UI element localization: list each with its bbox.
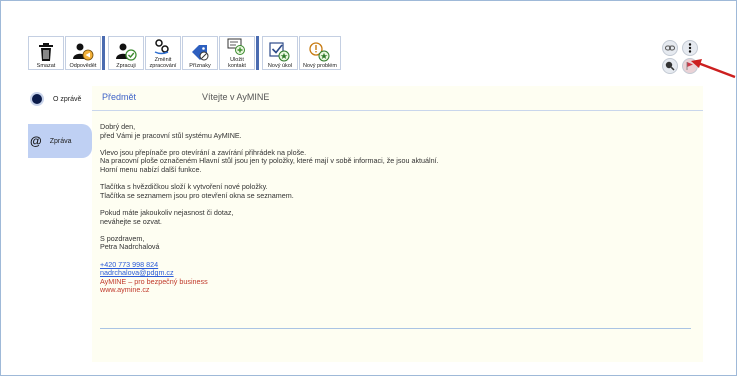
sidebar-item-label: Zpráva [49, 137, 72, 145]
toolbar: Smazat Odpovědět Zpracuji Změnit zpracov… [28, 36, 345, 70]
pointer-arrow [691, 59, 736, 79]
message-end-divider [100, 328, 691, 329]
sidebar-item-label: O zprávě [53, 95, 82, 103]
signature-name: Petra Nadrchalová [100, 242, 160, 252]
bullet-icon [30, 92, 44, 106]
person-check-icon [116, 43, 137, 61]
toolbar-group-create: Nový úkol Nový problém [262, 36, 342, 70]
sidebar-item-about-message[interactable]: O zprávě [28, 84, 92, 114]
body-line: neváhejte se ozvat. [100, 216, 162, 226]
working-label: Zpracuji [116, 63, 136, 69]
sidebar-item-message[interactable]: @ Zpráva [28, 124, 92, 158]
task-check-star-icon [269, 42, 290, 62]
magnifier-icon [665, 61, 675, 71]
toolbar-group-processing: Zpracuji Změnit zpracování Příznaky Ulož… [108, 36, 259, 70]
toolbar-group-message: Smazat Odpovědět [28, 36, 105, 70]
save-contact-button[interactable]: Uložit kontakt [219, 36, 255, 70]
contact-card-add-icon [227, 38, 245, 55]
body-line: Horní menu nabízí další funkce. [100, 164, 202, 174]
more-vertical-icon [688, 43, 692, 53]
new-task-label: Nový úkol [267, 63, 293, 69]
working-button[interactable]: Zpracuji [108, 36, 144, 70]
change-processing-button[interactable]: Změnit zpracování [145, 36, 181, 70]
body-line: před Vámi je pracovní stůl systému AyMIN… [100, 130, 242, 140]
gears-icon [154, 39, 169, 55]
new-problem-label: Nový problém [303, 63, 337, 69]
link-icon [665, 45, 675, 51]
flags-label: Příznaky [189, 63, 211, 69]
change-processing-label: Změnit zpracování [149, 57, 177, 69]
trash-icon [39, 43, 53, 61]
new-task-button[interactable]: Nový úkol [262, 36, 298, 70]
delete-label: Smazat [36, 63, 56, 69]
flags-button[interactable]: Příznaky [182, 36, 218, 70]
message-panel: Předmět Vítejte v AyMINE Dobrý den, před… [92, 86, 703, 362]
message-body: Dobrý den, před Vámi je pracovní stůl sy… [100, 122, 439, 303]
tag-icon [192, 45, 209, 61]
subject-divider [92, 110, 703, 111]
link-button[interactable] [662, 40, 678, 56]
at-sign-icon: @ [30, 134, 42, 148]
person-reply-icon [73, 43, 94, 61]
reply-label: Odpovědět [69, 63, 97, 69]
subject-label: Předmět [102, 92, 137, 102]
body-line: Tlačítka se seznamem jsou pro otevření o… [100, 190, 294, 200]
problem-star-icon [309, 42, 330, 62]
delete-button[interactable]: Smazat [28, 36, 64, 70]
save-contact-label: Uložit kontakt [228, 57, 246, 69]
reply-button[interactable]: Odpovědět [65, 36, 101, 70]
subject-value: Vítejte v AyMINE [202, 92, 270, 102]
zoom-button[interactable] [662, 58, 678, 74]
more-menu-button[interactable] [682, 40, 698, 56]
new-problem-button[interactable]: Nový problém [299, 36, 341, 70]
website-text: www.aymine.cz [100, 285, 150, 295]
